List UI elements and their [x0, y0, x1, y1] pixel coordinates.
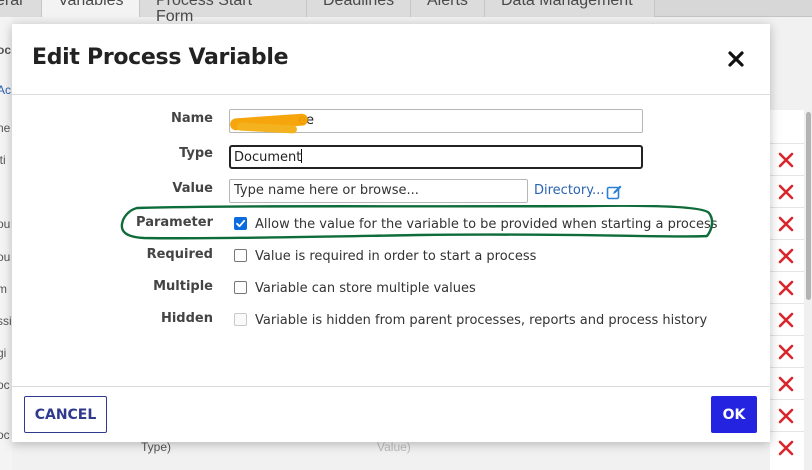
tab-label: Variables	[58, 0, 124, 9]
required-checkbox[interactable]	[234, 249, 247, 262]
ok-button[interactable]: OK	[711, 396, 757, 433]
delete-icon[interactable]	[777, 215, 795, 233]
delete-icon[interactable]	[777, 407, 795, 425]
tab-bar: eral Variables Process Start Form Deadli…	[0, 0, 812, 25]
delete-icon[interactable]	[777, 311, 795, 329]
edit-icon[interactable]	[606, 184, 623, 200]
tab-deadlines[interactable]: Deadlines	[307, 0, 411, 17]
type-input[interactable]: Document	[229, 145, 643, 169]
type-label: Type	[179, 146, 213, 161]
tab-variables[interactable]: Variables	[42, 0, 140, 17]
delete-icon[interactable]	[777, 343, 795, 361]
required-description: Value is required in order to start a pr…	[255, 249, 537, 264]
footer-divider	[12, 386, 770, 387]
delete-icon[interactable]	[777, 439, 795, 457]
name-label: Name	[170, 111, 213, 126]
tab-general[interactable]: eral	[0, 0, 42, 17]
bg-row-separator	[770, 175, 804, 176]
bg-link[interactable]: Ac	[0, 83, 11, 97]
tab-alerts[interactable]: Alerts	[411, 0, 485, 17]
bg-text: ssi	[0, 314, 12, 328]
background-left-column: oc Ac ne iti ou ou m ssi gi oc oc	[0, 17, 12, 470]
annotation-ellipse	[120, 205, 714, 240]
close-icon[interactable]	[727, 50, 745, 68]
tab-process-start-form[interactable]: Process Start Form	[140, 0, 307, 25]
type-value: Document	[234, 150, 302, 165]
bg-cell-text: Type)	[141, 440, 172, 454]
directory-link[interactable]: Directory...	[534, 183, 604, 198]
header-divider	[12, 94, 770, 95]
bg-text: oc	[0, 428, 10, 442]
bg-row-separator	[770, 303, 804, 304]
text-cursor	[301, 149, 303, 163]
tab-label: Deadlines	[323, 0, 395, 9]
value-input[interactable]: Type name here or browse...	[229, 179, 528, 203]
bg-cell-text: Value)	[377, 440, 411, 454]
required-label: Required	[146, 247, 213, 262]
bg-text: ou	[0, 217, 11, 231]
bg-text: oc	[0, 43, 12, 57]
bg-text: ou	[0, 250, 11, 264]
hidden-description: Variable is hidden from parent processes…	[255, 313, 708, 328]
value-label: Value	[172, 181, 213, 196]
value-placeholder: Type name here or browse...	[234, 183, 419, 198]
tab-label: Data Management	[501, 0, 633, 9]
bg-text: oc	[0, 378, 10, 392]
multiple-label: Multiple	[153, 279, 213, 294]
scrollbar-thumb[interactable]	[806, 112, 811, 300]
edit-process-variable-dialog: Edit Process Variable Name ee Type Docum…	[12, 24, 770, 442]
bg-row-separator	[770, 335, 804, 336]
multiple-description: Variable can store multiple values	[255, 281, 476, 296]
bg-row-separator	[770, 399, 804, 400]
hidden-label: Hidden	[160, 311, 213, 326]
bg-text: m	[0, 282, 7, 296]
hidden-checkbox[interactable]	[234, 313, 247, 326]
bg-row-separator	[770, 367, 804, 368]
bg-row-separator	[770, 143, 804, 144]
bg-text: ne	[0, 121, 11, 135]
dialog-title: Edit Process Variable	[32, 45, 289, 70]
bg-row-separator	[770, 207, 804, 208]
tab-data-management[interactable]: Data Management	[485, 0, 655, 17]
bg-row-separator	[770, 271, 804, 272]
bg-row-separator	[770, 431, 804, 432]
bg-row-separator	[770, 239, 804, 240]
delete-icon[interactable]	[777, 375, 795, 393]
delete-icon[interactable]	[777, 151, 795, 169]
bg-text: gi	[0, 346, 7, 360]
delete-icon[interactable]	[777, 247, 795, 265]
tab-label: Alerts	[427, 0, 468, 9]
delete-icon[interactable]	[777, 279, 795, 297]
bg-text: iti	[0, 153, 6, 167]
tab-label: eral	[0, 0, 23, 9]
delete-icon[interactable]	[777, 183, 795, 201]
multiple-checkbox[interactable]	[234, 281, 247, 294]
cancel-button[interactable]: CANCEL	[24, 396, 107, 433]
